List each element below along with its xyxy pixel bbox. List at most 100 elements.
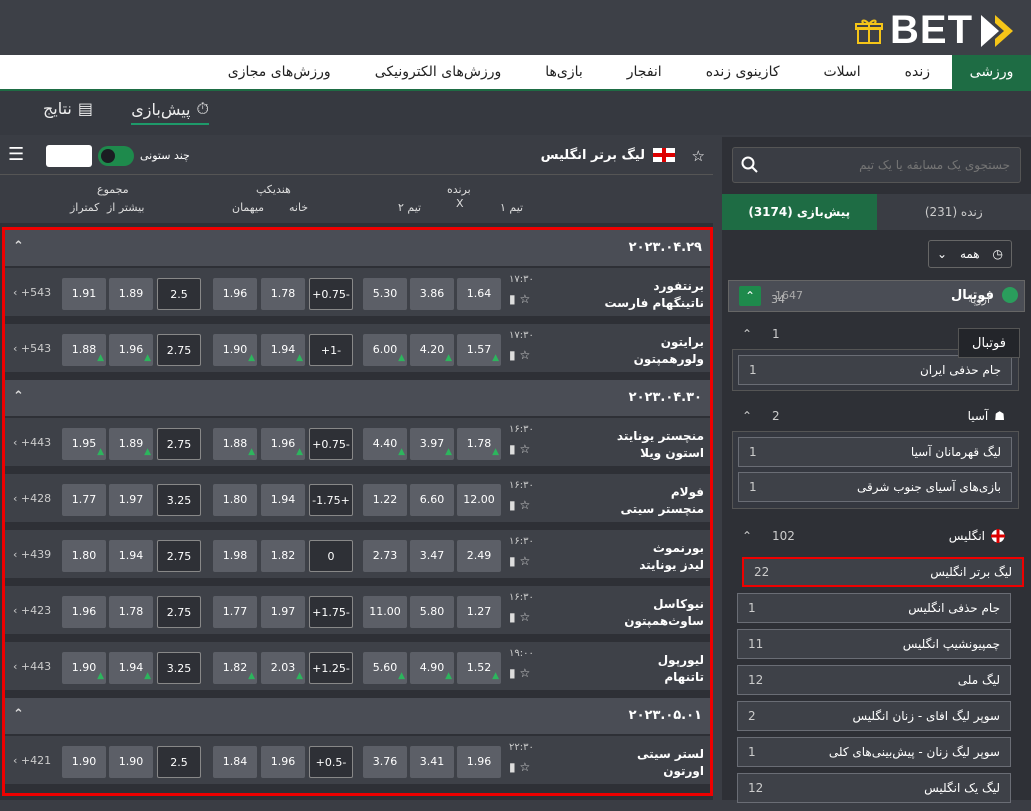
tab-prematch[interactable]: پیش‌بازی ⏱ [131,99,209,125]
logo[interactable]: BET [854,8,1019,53]
odd-button[interactable]: 1.96 [62,596,106,628]
nav-virtual[interactable]: ورزش‌های مجازی [206,55,353,89]
odd-button[interactable]: 1.78 [261,278,305,310]
odd-button[interactable]: 1.94▲ [109,652,153,684]
stats-icon[interactable]: ▮ [509,292,516,306]
tab-prematch-count[interactable]: پیش‌بازی (3174) [722,194,877,230]
odd-button[interactable]: 1.80 [213,484,257,516]
match-row[interactable]: لیورپول تاتنهام ۱۹:۰۰ ▮ ☆1.52▲4.90▲5.60▲… [5,642,710,694]
match-row[interactable]: نیوکاسل ساوث‌همپتون ۱۶:۳۰ ▮ ☆1.275.8011.… [5,586,710,638]
odd-button[interactable]: 3.25 [157,484,201,516]
nav-games[interactable]: بازی‌ها [523,55,605,89]
nav-crash[interactable]: انفجار [605,55,684,89]
odd-button[interactable]: -1.75+ [309,484,353,516]
more-markets[interactable]: ‹ +439 [13,548,51,561]
odd-button[interactable]: 1.90▲ [62,652,106,684]
odd-button[interactable]: 2.75 [157,540,201,572]
odd-button[interactable]: 1.84 [213,746,257,778]
odd-button[interactable]: +1- [309,334,353,366]
columns-toggle[interactable] [98,146,134,166]
nav-live[interactable]: زنده [883,55,952,89]
match-teams[interactable]: نیوکاسل ساوث‌همپتون [624,596,704,630]
search-input[interactable] [770,148,1010,182]
tab-live-count[interactable]: زنده (231) [877,194,1031,230]
chevron-up-icon[interactable]: ⌃ [13,707,24,722]
odd-button[interactable]: 1.82 [261,540,305,572]
odd-button[interactable]: 1.90 [109,746,153,778]
match-row[interactable]: لستر سیتی اورتون ۲۲:۳۰ ▮ ☆1.963.413.76+0… [5,736,710,788]
odd-button[interactable]: 5.60▲ [363,652,407,684]
stats-icon[interactable]: ▮ [509,610,516,624]
chevron-up-icon[interactable]: ⌃ [13,389,24,404]
chevron-up-icon[interactable]: ⌃ [739,286,761,306]
odd-button[interactable]: 1.96▲ [109,334,153,366]
date-header[interactable]: ⌃ ۲۰۲۳.۰۴.۳۰ [5,380,710,416]
odd-button[interactable]: 1.88▲ [213,428,257,460]
match-row[interactable]: منچستر یونایتد استون ویلا ۱۶:۳۰ ▮ ☆1.78▲… [5,418,710,470]
odd-button[interactable]: 1.96▲ [261,428,305,460]
odd-button[interactable]: 1.88▲ [62,334,106,366]
odd-button[interactable]: 1.57▲ [457,334,501,366]
league-item[interactable]: 12 لیگ ملی [737,665,1011,695]
match-row[interactable]: فولام منچستر سیتی ۱۶:۳۰ ▮ ☆12.006.601.22… [5,474,710,526]
odd-button[interactable]: 1.90▲ [213,334,257,366]
odd-button[interactable]: 0 [309,540,353,572]
chevron-up-icon[interactable]: ⌃ [13,239,24,254]
match-teams[interactable]: بورنموث لیدز یونایتد [639,540,704,574]
odd-button[interactable]: 1.52▲ [457,652,501,684]
odd-button[interactable]: 1.77 [213,596,257,628]
odd-button[interactable]: 4.40▲ [363,428,407,460]
star-icon[interactable]: ☆ [519,442,530,456]
league-sea-games[interactable]: 1 بازی‌های آسیای جنوب شرقی [738,472,1012,502]
odd-button[interactable]: 1.90 [62,746,106,778]
odd-button[interactable]: +1.75- [309,596,353,628]
stats-icon[interactable]: ▮ [509,442,516,456]
league-item[interactable]: 11 چمپیونشیپ انگلیس [737,629,1011,659]
match-teams[interactable]: برنتفورد ناتینگهام فارست [605,278,704,312]
odd-button[interactable]: 6.60 [410,484,454,516]
odd-button[interactable]: 1.22 [363,484,407,516]
more-markets[interactable]: ‹ +443 [13,660,51,673]
match-teams[interactable]: فولام منچستر سیتی [621,484,704,518]
star-icon[interactable]: ☆ [519,348,530,362]
region-asia[interactable]: ⌃ 2 آسیا☗ [728,401,1025,431]
more-markets[interactable]: ‹ +428 [13,492,51,505]
more-markets[interactable]: ‹ +423 [13,604,51,617]
odd-button[interactable]: 1.95▲ [62,428,106,460]
odd-button[interactable]: 12.00 [457,484,501,516]
odd-button[interactable]: 1.89 [109,278,153,310]
odd-button[interactable]: 1.94▲ [261,334,305,366]
menu-icon[interactable]: ☰ [8,144,24,165]
league-afc[interactable]: 1 لیگ قهرمانان آسیا [738,437,1012,467]
odd-button[interactable]: 3.76 [363,746,407,778]
match-row[interactable]: برایتون ولورهمپتون ۱۷:۳۰ ▮ ☆1.57▲4.20▲6.… [5,324,710,376]
odd-button[interactable]: 2.75 [157,334,201,366]
league-item[interactable]: 12 لیگ یک انگلیس [737,773,1011,803]
odd-button[interactable]: 4.90▲ [410,652,454,684]
odd-button[interactable]: 1.96 [457,746,501,778]
stats-icon[interactable]: ▮ [509,348,516,362]
odd-button[interactable]: +0.75- [309,278,353,310]
nav-live-casino[interactable]: کازینوی زنده [684,55,802,89]
odd-button[interactable]: 1.80 [62,540,106,572]
odd-button[interactable]: 3.25 [157,652,201,684]
odd-button[interactable]: 2.75 [157,428,201,460]
league-iran-cup[interactable]: 1 جام حذفی ایران [738,355,1012,385]
odd-button[interactable]: 2.75 [157,596,201,628]
sport-football[interactable]: ⌃ 1647 34 فوتبال اروپا [728,280,1025,312]
odd-button[interactable]: 1.78▲ [457,428,501,460]
odd-button[interactable]: 11.00 [363,596,407,628]
odd-button[interactable]: 4.20▲ [410,334,454,366]
odd-button[interactable]: 2.5 [157,278,201,310]
star-icon[interactable]: ☆ [519,292,530,306]
match-teams[interactable]: منچستر یونایتد استون ویلا [617,428,704,462]
odd-button[interactable]: 1.96 [261,746,305,778]
odd-button[interactable]: 2.49 [457,540,501,572]
search-icon[interactable] [741,156,759,174]
league-item[interactable]: 1 سوپر لیگ زنان - پیش‌بینی‌های کلی [737,737,1011,767]
odd-button[interactable]: 3.47 [410,540,454,572]
time-filter[interactable]: ⌄ همه ◷ [928,240,1012,268]
odd-button[interactable]: 1.94 [261,484,305,516]
odd-button[interactable]: 1.27 [457,596,501,628]
match-row[interactable]: بورنموث لیدز یونایتد ۱۶:۳۰ ▮ ☆2.493.472.… [5,530,710,582]
